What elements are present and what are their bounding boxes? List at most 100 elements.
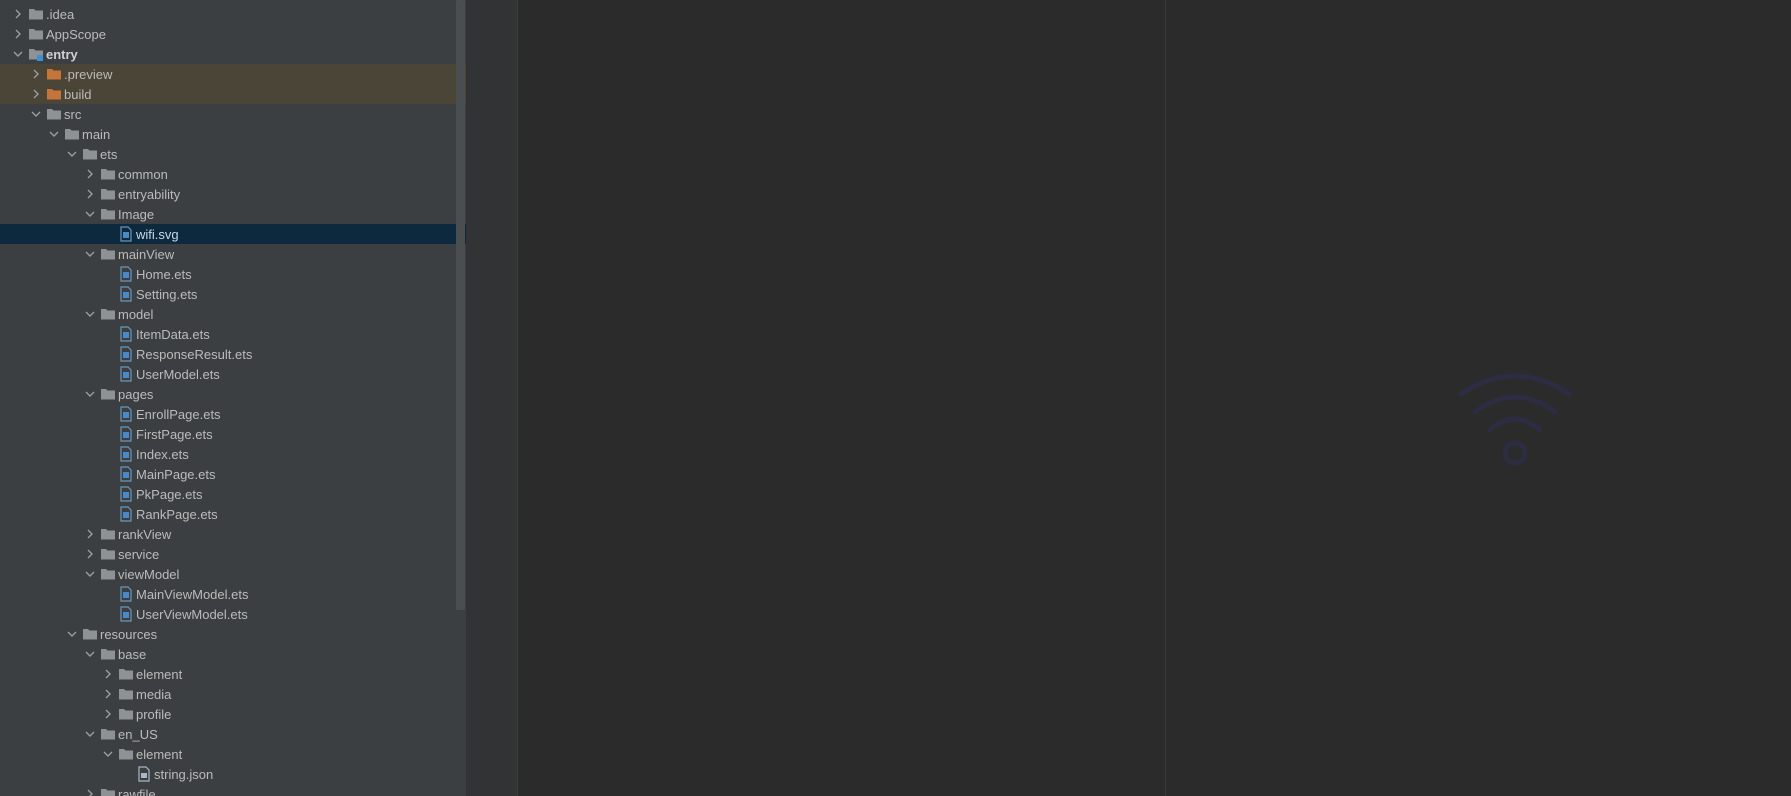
tree-file-responseresult-ets[interactable]: ResponseResult.ets — [0, 344, 466, 364]
chevron-right-icon[interactable] — [82, 526, 98, 542]
tree-item-label: entry — [46, 46, 78, 62]
tree-item-label: resources — [100, 626, 158, 642]
tree-item-label: Index.ets — [136, 446, 189, 462]
tree-folder-appscope[interactable]: AppScope — [0, 24, 466, 44]
arrow-spacer — [100, 606, 116, 622]
file-icon — [118, 446, 134, 462]
tree-folder-image[interactable]: Image — [0, 204, 466, 224]
folder-icon — [100, 306, 116, 322]
tree-folder-media[interactable]: media — [0, 684, 466, 704]
chevron-right-icon[interactable] — [82, 786, 98, 796]
chevron-down-icon[interactable] — [82, 386, 98, 402]
chevron-down-icon[interactable] — [64, 626, 80, 642]
arrow-spacer — [100, 486, 116, 502]
tree-folder-pages[interactable]: pages — [0, 384, 466, 404]
chevron-down-icon[interactable] — [100, 746, 116, 762]
chevron-down-icon[interactable] — [82, 726, 98, 742]
chevron-down-icon[interactable] — [82, 646, 98, 662]
arrow-spacer — [100, 366, 116, 382]
chevron-right-icon[interactable] — [100, 686, 116, 702]
tree-item-label: RankPage.ets — [136, 506, 218, 522]
tree-folder-build[interactable]: build — [0, 84, 466, 104]
tree-item-label: UserModel.ets — [136, 366, 220, 382]
chevron-down-icon[interactable] — [46, 126, 62, 142]
tree-file-home-ets[interactable]: Home.ets — [0, 264, 466, 284]
file-icon — [118, 406, 134, 422]
tree-item-label: common — [118, 166, 168, 182]
chevron-down-icon[interactable] — [64, 146, 80, 162]
tree-item-label: .idea — [46, 6, 75, 22]
tree-folder-entry[interactable]: entry — [0, 44, 466, 64]
chevron-right-icon[interactable] — [28, 86, 44, 102]
folder-icon — [118, 666, 134, 682]
tree-file-usermodel-ets[interactable]: UserModel.ets — [0, 364, 466, 384]
tree-folder-element[interactable]: element — [0, 744, 466, 764]
tree-folder-rankview[interactable]: rankView — [0, 524, 466, 544]
chevron-down-icon[interactable] — [82, 566, 98, 582]
folder-icon — [46, 66, 62, 82]
chevron-down-icon[interactable] — [10, 46, 26, 62]
tree-item-label: mainView — [118, 246, 175, 262]
tree-folder-viewmodel[interactable]: viewModel — [0, 564, 466, 584]
tree-item-label: entryability — [118, 186, 181, 202]
folder-icon — [100, 786, 116, 796]
chevron-right-icon[interactable] — [82, 166, 98, 182]
tree-folder-main[interactable]: main — [0, 124, 466, 144]
folder-icon — [118, 706, 134, 722]
tree-folder-profile[interactable]: profile — [0, 704, 466, 724]
tree-folder-src[interactable]: src — [0, 104, 466, 124]
file-icon — [118, 506, 134, 522]
tree-folder-common[interactable]: common — [0, 164, 466, 184]
tree-file-index-ets[interactable]: Index.ets — [0, 444, 466, 464]
tree-folder-ets[interactable]: ets — [0, 144, 466, 164]
folder-icon — [46, 86, 62, 102]
tree-folder-element[interactable]: element — [0, 664, 466, 684]
tree-file-pkpage-ets[interactable]: PkPage.ets — [0, 484, 466, 504]
tree-folder-idea[interactable]: .idea — [0, 4, 466, 24]
tree-file-itemdata-ets[interactable]: ItemData.ets — [0, 324, 466, 344]
chevron-right-icon[interactable] — [100, 666, 116, 682]
tree-folder-mainview[interactable]: mainView — [0, 244, 466, 264]
chevron-down-icon[interactable] — [82, 246, 98, 262]
tree-folder-model[interactable]: model — [0, 304, 466, 324]
tree-file-string-json[interactable]: string.json — [0, 764, 466, 784]
arrow-spacer — [100, 346, 116, 362]
tree-file-enrollpage-ets[interactable]: EnrollPage.ets — [0, 404, 466, 424]
tree-scrollbar[interactable] — [456, 0, 465, 610]
tree-file-mainviewmodel-ets[interactable]: MainViewModel.ets — [0, 584, 466, 604]
chevron-right-icon[interactable] — [82, 186, 98, 202]
tree-folder-service[interactable]: service — [0, 544, 466, 564]
chevron-right-icon[interactable] — [82, 546, 98, 562]
tree-file-firstpage-ets[interactable]: FirstPage.ets — [0, 424, 466, 444]
tree-folder-resources[interactable]: resources — [0, 624, 466, 644]
chevron-right-icon[interactable] — [100, 706, 116, 722]
chevron-right-icon[interactable] — [10, 6, 26, 22]
tree-item-label: pages — [118, 386, 154, 402]
tree-item-label: .preview — [64, 66, 113, 82]
tree-folder-rawfile[interactable]: rawfile — [0, 784, 466, 796]
folder-icon — [100, 526, 116, 542]
folder-icon — [28, 6, 44, 22]
tree-file-mainpage-ets[interactable]: MainPage.ets — [0, 464, 466, 484]
tree-folder-base[interactable]: base — [0, 644, 466, 664]
tree-folder-en-us[interactable]: en_US — [0, 724, 466, 744]
tree-file-setting-ets[interactable]: Setting.ets — [0, 284, 466, 304]
tree-folder-entryability[interactable]: entryability — [0, 184, 466, 204]
tree-file-userviewmodel-ets[interactable]: UserViewModel.ets — [0, 604, 466, 624]
tree-file-wifi-svg[interactable]: wifi.svg — [0, 224, 466, 244]
tree-file-rankpage-ets[interactable]: RankPage.ets — [0, 504, 466, 524]
chevron-down-icon[interactable] — [82, 306, 98, 322]
folder-icon — [82, 626, 98, 642]
editor-area[interactable] — [518, 0, 1165, 796]
file-icon — [118, 426, 134, 442]
chevron-down-icon[interactable] — [82, 206, 98, 222]
chevron-right-icon[interactable] — [10, 26, 26, 42]
folder-icon — [118, 746, 134, 762]
folder-icon — [100, 726, 116, 742]
chevron-down-icon[interactable] — [28, 106, 44, 122]
tree-folder-preview[interactable]: .preview — [0, 64, 466, 84]
chevron-right-icon[interactable] — [28, 66, 44, 82]
tree-item-label: PkPage.ets — [136, 486, 203, 502]
file-icon — [118, 346, 134, 362]
file-icon — [118, 286, 134, 302]
